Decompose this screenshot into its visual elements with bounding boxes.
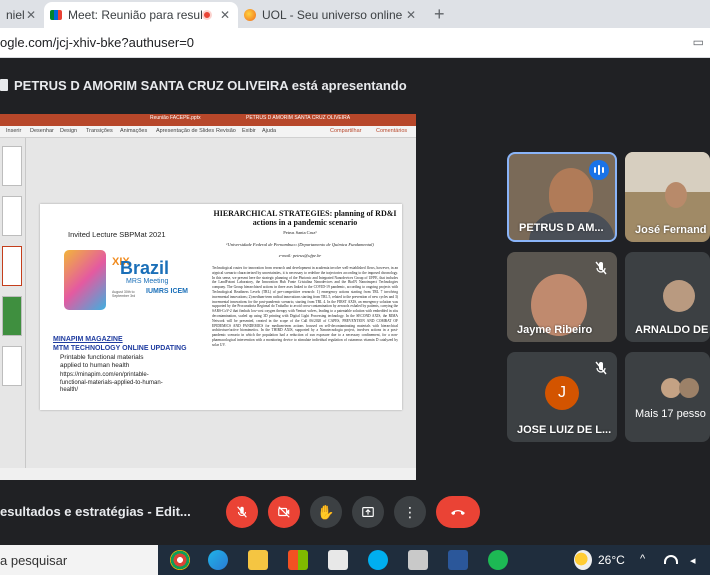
- participant-tile[interactable]: J JOSE LUIZ DE L...: [507, 352, 617, 442]
- avatar: [661, 378, 681, 398]
- end-call-button[interactable]: [436, 496, 480, 528]
- tab-uol[interactable]: UOL - Seu universo online ✕: [238, 2, 424, 28]
- slide-abstract-panel: HIERARCHICAL STRATEGIES: planning of RD&…: [212, 209, 398, 347]
- uol-favicon-icon: [244, 9, 256, 21]
- skype-icon[interactable]: [368, 550, 388, 570]
- new-tab-button[interactable]: +: [434, 4, 445, 25]
- store-icon[interactable]: [288, 550, 308, 570]
- avatar: J: [545, 376, 579, 410]
- chevron-up-icon[interactable]: ^: [640, 553, 645, 565]
- tab-niel[interactable]: niel ✕: [0, 2, 44, 28]
- mic-off-icon: [595, 261, 607, 275]
- current-slide: Invited Lecture SBPMat 2021 XIX Brazil M…: [40, 204, 402, 410]
- url-field[interactable]: ogle.com/jcj-xhiv-bke?authuser=0: [0, 35, 194, 50]
- taskbar-search[interactable]: a pesquisar: [0, 545, 158, 575]
- speaker-icon[interactable]: ◂: [690, 554, 696, 567]
- phone-illustration: [64, 250, 106, 310]
- avatar: [663, 280, 695, 312]
- slide-thumbnail: [2, 246, 22, 286]
- more-vert-icon: ⋮: [403, 504, 417, 520]
- mic-off-icon: [595, 361, 607, 375]
- participant-video: [549, 168, 593, 218]
- slide-thumbnails: [0, 138, 26, 480]
- close-tab-icon[interactable]: ✕: [26, 8, 36, 22]
- close-tab-icon[interactable]: ✕: [220, 8, 230, 22]
- paint-icon[interactable]: [408, 550, 428, 570]
- browser-tab-bar: niel ✕ Meet: Reunião para resultad ✕ UOL…: [0, 0, 710, 28]
- participant-video: [665, 182, 687, 208]
- present-button[interactable]: [352, 496, 384, 528]
- participant-tile[interactable]: José Fernand: [625, 152, 710, 242]
- participant-tile[interactable]: Jayme Ribeiro: [507, 252, 617, 342]
- presenter-banner: PETRUS D AMORIM SANTA CRUZ OLIVEIRA está…: [0, 70, 710, 100]
- slide-thumbnail: [2, 146, 22, 186]
- address-bar: ogle.com/jcj-xhiv-bke?authuser=0 ▭: [0, 28, 710, 58]
- mic-toggle-button[interactable]: [226, 496, 258, 528]
- speaking-indicator-icon: [589, 160, 609, 180]
- participant-tile[interactable]: ARNALDO DE: [625, 252, 710, 342]
- slide-thumbnail: [2, 196, 22, 236]
- raise-hand-button[interactable]: ✋: [310, 496, 342, 528]
- slide-thumbnail: [2, 296, 22, 336]
- mic-off-icon: [237, 506, 247, 518]
- windows-taskbar: a pesquisar 26°C ^ ◂: [0, 545, 710, 575]
- more-options-button[interactable]: ⋮: [394, 496, 426, 528]
- word-icon[interactable]: [448, 550, 468, 570]
- ppt-workspace: Invited Lecture SBPMat 2021 XIX Brazil M…: [0, 138, 416, 480]
- slide-left-panel: Invited Lecture SBPMat 2021 XIX Brazil M…: [53, 230, 188, 393]
- camera-off-icon: [278, 506, 290, 518]
- mail-icon[interactable]: [328, 550, 348, 570]
- weather-icon[interactable]: [574, 550, 592, 570]
- edge-icon[interactable]: [208, 550, 228, 570]
- camera-icon[interactable]: ▭: [693, 35, 704, 49]
- google-meet-icon: [50, 10, 62, 20]
- ppt-ribbon: Inserir Desenhar Design Transições Anima…: [0, 126, 416, 138]
- participant-tile-more[interactable]: Mais 17 pesso: [625, 352, 710, 442]
- hang-up-icon: [451, 510, 465, 515]
- shared-screen: Reunião FACEPE.pptx PETRUS D AMORIM SANT…: [0, 114, 416, 480]
- chrome-icon[interactable]: [170, 550, 190, 570]
- avatar: [679, 378, 699, 398]
- hand-icon: ✋: [317, 503, 335, 520]
- ppt-title-bar: Reunião FACEPE.pptx PETRUS D AMORIM SANT…: [0, 114, 416, 126]
- tab-meet[interactable]: Meet: Reunião para resultad ✕: [44, 2, 238, 28]
- slide-thumbnail: [2, 346, 22, 386]
- present-icon: [362, 507, 374, 517]
- camera-toggle-button[interactable]: [268, 496, 300, 528]
- presenting-icon: [0, 79, 8, 91]
- spotify-icon[interactable]: [488, 550, 508, 570]
- file-explorer-icon[interactable]: [248, 550, 268, 570]
- network-icon[interactable]: [664, 555, 678, 564]
- meeting-title: esultados e estratégias - Edit...: [0, 504, 191, 519]
- close-tab-icon[interactable]: ✕: [406, 8, 416, 22]
- participant-tile[interactable]: PETRUS D AM...: [507, 152, 617, 242]
- ppt-status-bar: [0, 468, 416, 480]
- recording-dot-icon: [202, 10, 212, 20]
